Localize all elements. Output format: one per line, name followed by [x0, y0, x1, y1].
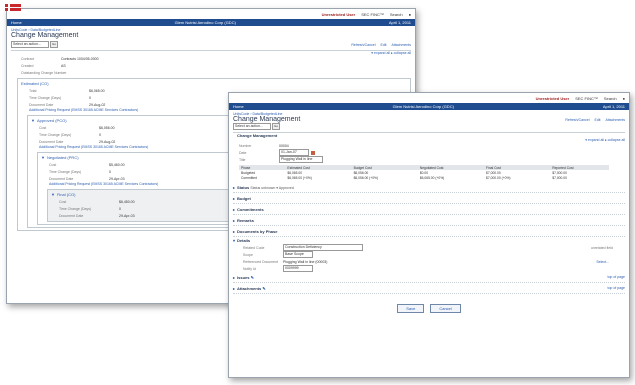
back-date: April 1, 2011	[388, 20, 411, 25]
front-action-select[interactable]: Select an action...	[233, 123, 271, 130]
expand-triangle-icon[interactable]: ▸	[233, 218, 235, 223]
status-text: Status unknown ▾ Approved	[250, 185, 294, 190]
expand-triangle-icon[interactable]: ▸	[233, 185, 235, 190]
back-action-select[interactable]: Select an action...	[11, 41, 49, 48]
back-go-button[interactable]: Go	[50, 41, 58, 48]
details-section[interactable]: ▾ Details	[233, 237, 625, 244]
expand-triangle-icon[interactable]: ▸	[233, 207, 235, 212]
front-user-link[interactable]: Unrestricted User	[536, 96, 570, 101]
back-box-estimated-title: Estimated (CO)	[21, 81, 49, 86]
back-field-created: Created AS	[21, 63, 66, 68]
table-cell: $6,065.00 (+0%)	[419, 175, 445, 180]
back-action-bar: Select an action... Go Refresh/Cancel Ed…	[7, 39, 415, 50]
back-links: Refresh/Cancel Edit Attachments	[351, 43, 411, 47]
help-icon[interactable]: ●	[409, 12, 411, 17]
collapse-triangle-icon[interactable]: ▾	[233, 238, 235, 243]
issues-section[interactable]: ▸ Issues ✎ top of page	[233, 272, 625, 283]
front-project-name: Glem Nutrisi Aerodino Corp (GDC)	[392, 104, 454, 109]
front-date: April 1, 2011	[602, 104, 625, 109]
front-link-attachments[interactable]: Attachments	[606, 118, 625, 122]
scope-select[interactable]: Base Scope	[283, 251, 313, 258]
expand-triangle-icon[interactable]: ▸	[233, 229, 235, 234]
help-icon[interactable]: ●	[623, 96, 625, 101]
back-home-link[interactable]: Home	[11, 20, 22, 25]
related-code-select[interactable]: Construction Deficiency	[283, 244, 363, 251]
documents-section[interactable]: ▸ Documents by Phase	[233, 226, 625, 237]
table-row: Budgeted $6,065.00 $6,056.00 $0.00 $7,00…	[239, 170, 609, 175]
front-page-title: Change Management	[233, 116, 301, 123]
budget-section[interactable]: ▸ Budget	[233, 193, 625, 204]
front-go-button[interactable]: Go	[272, 123, 280, 130]
select-link[interactable]: Select...	[596, 260, 609, 264]
top-of-page-link[interactable]: top of page	[607, 286, 625, 290]
back-tools-link[interactable]: SEC FINC™	[361, 12, 384, 17]
front-link-edit[interactable]: Edit	[595, 118, 601, 122]
logo-icon	[5, 3, 21, 12]
front-header-bar: Home Glem Nutrisi Aerodino Corp (GDC) Ap…	[229, 103, 629, 110]
collapse-triangle-icon[interactable]: ▼	[31, 118, 35, 123]
details-referenced-doc: Referenced Document Plugging Wall in line…	[243, 259, 609, 264]
front-window: Unrestricted User SEC FINC™ Search ● Hom…	[228, 92, 630, 378]
commitments-section[interactable]: ▸ Commitments	[233, 204, 625, 215]
front-field-date: Date 01-Jan-07	[239, 149, 619, 156]
expand-triangle-icon[interactable]: ▸	[233, 275, 235, 280]
collapse-triangle-icon[interactable]: ▼	[41, 155, 45, 160]
save-button[interactable]: Save	[397, 304, 425, 313]
back-project-name: Glem Nutrisi Aerodino Corp (GDC)	[174, 20, 236, 25]
cancel-button[interactable]: Cancel	[430, 304, 461, 313]
status-section[interactable]: ▸ Status Status unknown ▾ Approved	[233, 182, 625, 193]
details-notify: Notify Id 0009999	[243, 265, 615, 272]
back-link-refresh[interactable]: Refresh/Cancel	[351, 43, 375, 47]
front-links: Refresh/Cancel Edit Attachments	[565, 118, 625, 122]
back-page-title: Change Management	[11, 32, 79, 39]
form-buttons: Save Cancel	[229, 304, 629, 313]
back-topbar: Unrestricted User SEC FINC™ Search ●	[7, 9, 415, 19]
front-field-number: Number 00004	[239, 143, 289, 148]
front-search-link[interactable]: Search	[604, 96, 617, 101]
back-field-outstanding: Outstanding Change Number	[21, 70, 67, 75]
back-link-edit[interactable]: Edit	[381, 43, 387, 47]
expand-triangle-icon[interactable]: ▸	[233, 196, 235, 201]
back-field-contract: Contract Contracts 1004/05-0000	[21, 56, 99, 61]
front-title-input[interactable]: Plugging Wall in line	[279, 156, 323, 163]
notify-input[interactable]: 0009999	[283, 265, 313, 272]
front-date-input[interactable]: 01-Jan-07	[279, 149, 309, 156]
details-right-note: unrelated field	[591, 245, 613, 250]
details-scope: Scope Base Scope	[243, 251, 615, 258]
front-tools-link[interactable]: SEC FINC™	[575, 96, 598, 101]
details-body: Related Code Construction Deficiency unre…	[229, 244, 629, 272]
expand-triangle-icon[interactable]: ▸	[233, 286, 235, 291]
front-topbar: Unrestricted User SEC FINC™ Search ●	[229, 93, 629, 103]
remarks-section[interactable]: ▸ Remarks	[233, 215, 625, 226]
top-of-page-link[interactable]: top of page	[607, 275, 625, 279]
table-header-row: Phase Estimated Cost Budget Cost Negotia…	[239, 165, 609, 170]
front-home-link[interactable]: Home	[233, 104, 244, 109]
calendar-icon[interactable]	[311, 150, 315, 155]
app-logo	[4, 2, 24, 15]
front-action-bar: Select an action... Go	[229, 123, 629, 132]
table-cell: $6,065.00 (+0%)	[287, 175, 312, 180]
attachments-section[interactable]: ▸ Attachments ✎ top of page	[233, 283, 625, 294]
table-cell: $6,056.00 (+0%)	[353, 175, 379, 180]
table-cell: Committed	[241, 175, 257, 180]
budget-table: Phase Estimated Cost Budget Cost Negotia…	[239, 165, 609, 180]
collapse-triangle-icon[interactable]: ▼	[51, 192, 55, 197]
back-link-attachments[interactable]: Attachments	[392, 43, 411, 47]
table-cell: $7,000.00 (+0%)	[486, 175, 511, 180]
details-related-code: Related Code Construction Deficiency unre…	[243, 244, 613, 251]
back-search-link[interactable]: Search	[390, 12, 403, 17]
table-row: Committed $6,065.00 (+0%) $6,056.00 (+0%…	[239, 175, 609, 180]
back-user-link[interactable]: Unrestricted User	[322, 12, 356, 17]
pin-icon[interactable]: ✎	[251, 275, 254, 280]
table-cell: $7,000.00	[552, 175, 567, 180]
paperclip-icon[interactable]: ✎	[262, 286, 265, 291]
front-link-refresh[interactable]: Refresh/Cancel	[565, 118, 589, 122]
back-header-bar: Home Glem Nutrisi Aerodino Corp (GDC) Ap…	[7, 19, 415, 26]
front-field-title: Title Plugging Wall in line	[239, 156, 619, 163]
